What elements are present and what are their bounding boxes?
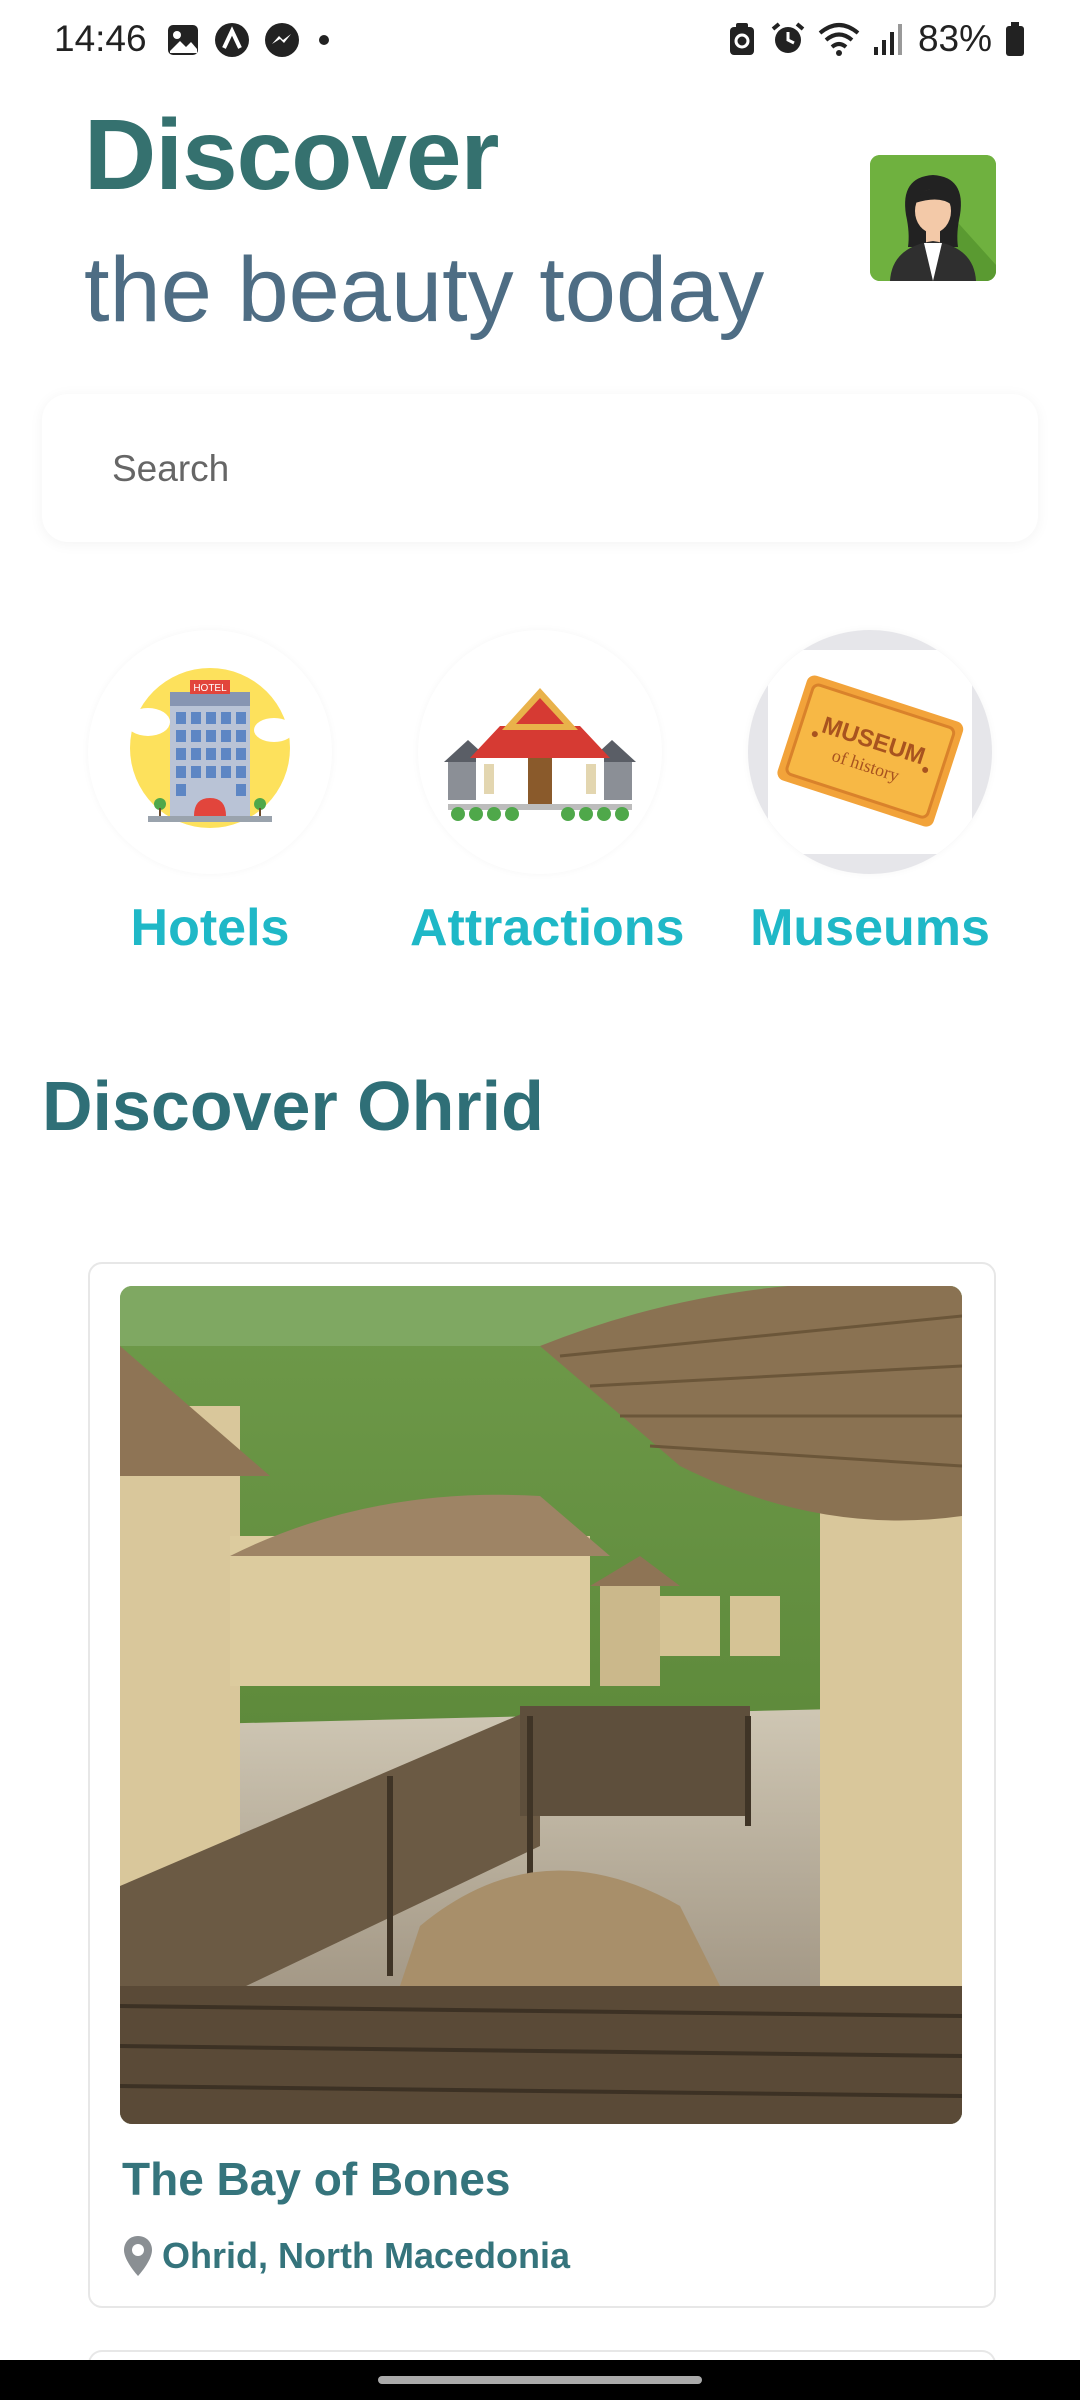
signal-icon <box>873 24 902 55</box>
user-avatar-icon <box>870 155 996 281</box>
place-card[interactable]: The Bay of Bones Ohrid, North Macedonia <box>88 1262 996 2308</box>
place-card-location: Ohrid, North Macedonia <box>122 2234 570 2278</box>
category-hotels-image[interactable]: HOTEL <box>88 630 332 874</box>
category-hotels-label[interactable]: Hotels <box>80 898 340 958</box>
hotel-icon: HOTEL <box>126 668 294 828</box>
category-hotels[interactable]: HOTEL Hotels <box>80 630 340 958</box>
place-card-location-text: Ohrid, North Macedonia <box>162 2235 571 2276</box>
wifi-icon <box>818 23 860 56</box>
category-museums-image[interactable]: MUSEUM of history <box>748 630 992 874</box>
place-card-title[interactable]: The Bay of Bones <box>122 2152 511 2206</box>
temple-icon <box>444 688 636 821</box>
museum-ticket-icon: MUSEUM of history <box>768 650 972 854</box>
category-attractions-image[interactable] <box>418 630 662 874</box>
battery-percentage: 83% <box>917 18 992 59</box>
bay-of-bones-photo <box>120 1286 962 2124</box>
search-input[interactable] <box>110 438 974 500</box>
alarm-icon <box>771 22 805 53</box>
status-bar: 14:46 83% <box>0 0 1080 80</box>
place-card-image[interactable] <box>120 1286 962 2124</box>
gallery-icon <box>168 25 198 55</box>
category-attractions[interactable]: Attractions <box>410 630 684 958</box>
dot-icon <box>319 35 329 45</box>
category-attractions-label[interactable]: Attractions <box>410 898 684 958</box>
location-pin-icon <box>124 2236 152 2276</box>
svg-text:HOTEL: HOTEL <box>193 683 227 694</box>
messenger-icon <box>265 23 299 57</box>
status-time: 14:46 <box>54 18 147 59</box>
category-museums[interactable]: MUSEUM of history Museums <box>740 630 1000 958</box>
section-title: Discover Ohrid <box>42 1067 544 1145</box>
recycle-icon <box>729 23 754 55</box>
category-museums-label[interactable]: Museums <box>740 898 1000 958</box>
battery-icon <box>1006 22 1024 56</box>
search-bar[interactable] <box>42 394 1038 542</box>
home-gesture-handle[interactable] <box>378 2376 702 2384</box>
profile-avatar[interactable] <box>870 155 996 281</box>
page-title: Discover <box>84 99 499 211</box>
app-icon <box>215 23 249 57</box>
page-subtitle: the beauty today <box>84 239 765 341</box>
